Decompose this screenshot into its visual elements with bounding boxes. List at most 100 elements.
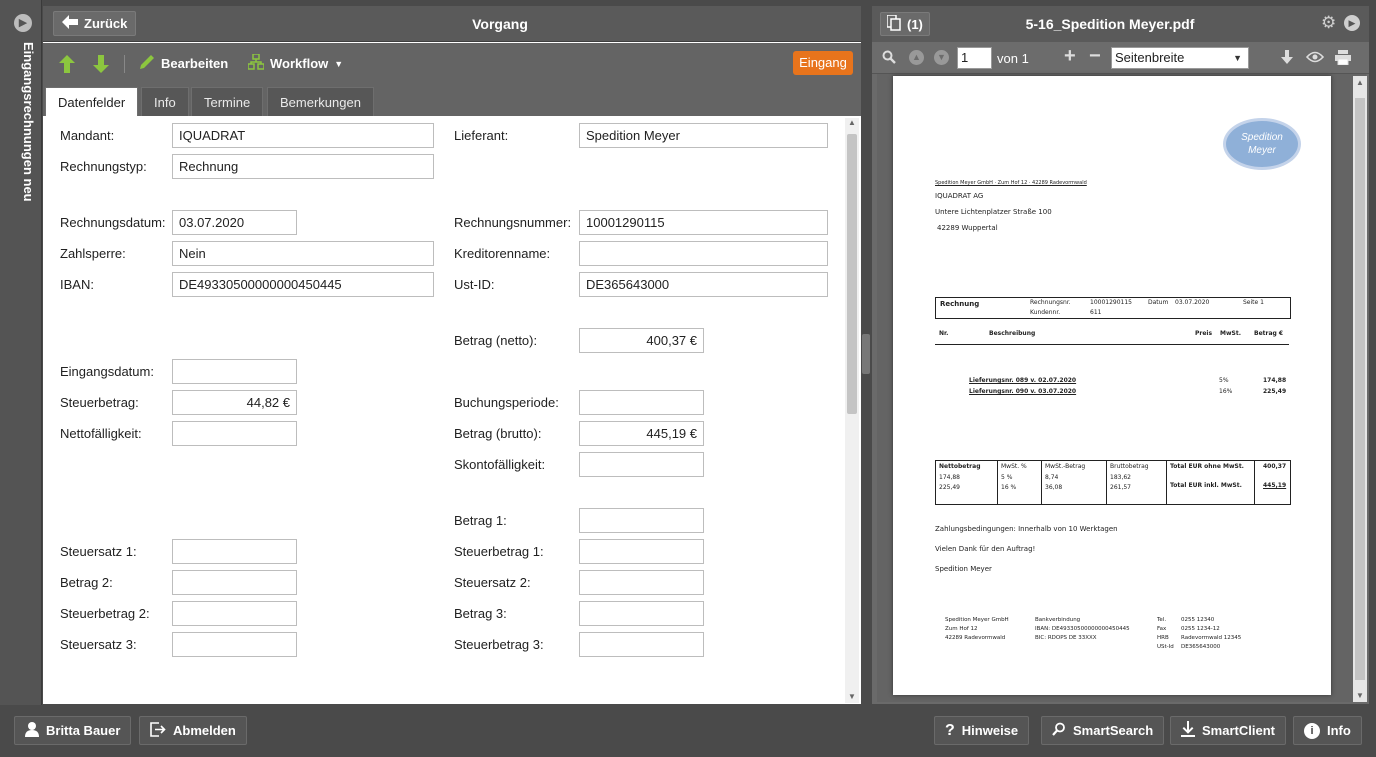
page-down-icon[interactable]: ▼ [934, 50, 949, 65]
logout-button[interactable]: Abmelden [139, 716, 247, 745]
steuerbetrag2-field[interactable] [172, 601, 297, 626]
rechnungstyp-field[interactable]: Rechnung [172, 154, 434, 179]
pdf-toolbar: ▲ ▼ 1 von 1 + − Seitenbreite ▼ [872, 42, 1369, 74]
steuerbetrag3-field[interactable] [579, 632, 704, 657]
zoom-in-icon[interactable]: + [1064, 45, 1076, 68]
steuersatz1-label: Steuersatz 1: [60, 544, 137, 559]
zoom-out-icon[interactable]: − [1089, 45, 1101, 68]
col-desc: Beschreibung [989, 330, 1036, 337]
eye-icon[interactable] [1305, 51, 1325, 66]
item1-betrag: 174,88 [1263, 377, 1287, 384]
tab-datenfelder[interactable]: Datenfelder [45, 87, 139, 116]
workflow-button[interactable]: Workflow ▼ [247, 53, 343, 73]
betrag-brutto-field[interactable]: 445,19 € [579, 421, 704, 446]
steuerbetrag1-field[interactable] [579, 539, 704, 564]
gear-icon[interactable]: ⚙ [1321, 14, 1336, 32]
footer-fax: 0255 1234-12 [1181, 626, 1220, 632]
collapse-sidebar-icon[interactable]: ▶ [14, 14, 32, 32]
zahlsperre-label: Zahlsperre: [60, 246, 126, 261]
download-icon [1181, 721, 1195, 740]
sum-r2c2: 16 % [1001, 484, 1017, 491]
print-icon[interactable] [1335, 50, 1351, 68]
scroll-up-icon[interactable]: ▲ [848, 118, 856, 127]
rechnungsnummer-field[interactable]: 10001290115 [579, 210, 828, 235]
pdf-scrollbar[interactable]: ▲ ▼ [1353, 76, 1367, 702]
footer-hrb: Radevormwald 12345 [1181, 635, 1242, 641]
rechnungsdatum-field[interactable]: 03.07.2020 [172, 210, 297, 235]
info-label: Info [1327, 723, 1351, 738]
download-icon[interactable] [1280, 50, 1294, 68]
search-icon [1052, 722, 1066, 739]
hints-button[interactable]: ? Hinweise [934, 716, 1030, 745]
lieferant-label: Lieferant: [454, 128, 509, 143]
page-up-icon[interactable]: ▲ [909, 50, 924, 65]
skontofaelligkeit-field[interactable] [579, 452, 704, 477]
betrag1-field[interactable] [579, 508, 704, 533]
form-area: Mandant: IQUADRAT Rechnungstyp: Rechnung… [43, 116, 843, 704]
datum-value: 03.07.2020 [1175, 299, 1210, 306]
zahlsperre-field[interactable]: Nein [172, 241, 434, 266]
sum-r2c3: 36,08 [1045, 484, 1063, 491]
summary-divider [1041, 460, 1042, 505]
summary-divider [1254, 460, 1255, 505]
steuersatz2-field[interactable] [579, 570, 704, 595]
betrag-netto-field[interactable]: 400,37 € [579, 328, 704, 353]
tab-bemerkungen[interactable]: Bemerkungen [267, 87, 374, 116]
buchungsperiode-field[interactable] [579, 390, 704, 415]
steuersatz1-field[interactable] [172, 539, 297, 564]
total-netto-label: Total EUR ohne MwSt. [1170, 463, 1244, 470]
pdf-scrollbar-thumb[interactable] [1355, 98, 1365, 680]
smartclient-label: SmartClient [1202, 723, 1275, 738]
info-button[interactable]: i Info [1293, 716, 1362, 745]
chevron-right-icon[interactable]: ▶ [1344, 15, 1360, 31]
tab-termine[interactable]: Termine [191, 87, 264, 116]
eingangsdatum-field[interactable] [172, 359, 297, 384]
mandant-label: Mandant: [60, 128, 115, 143]
arrow-up-icon[interactable] [59, 55, 75, 76]
edit-label: Bearbeiten [161, 56, 229, 71]
zoom-select-value: Seitenbreite [1115, 50, 1185, 65]
sidebar-label[interactable]: Eingangsrechnungen neu [10, 42, 36, 242]
payment-terms: Zahlungsbedingungen: Innerhalb von 10 We… [935, 525, 1118, 533]
scroll-up-icon[interactable]: ▲ [1356, 78, 1364, 87]
steuerbetrag-field[interactable]: 44,82 € [172, 390, 297, 415]
sum-h1: Nettobetrag [939, 463, 981, 470]
zoom-select[interactable]: Seitenbreite ▼ [1111, 47, 1249, 69]
ustid-field[interactable]: DE365643000 [579, 272, 828, 297]
scroll-down-icon[interactable]: ▼ [848, 692, 856, 701]
smartclient-button[interactable]: SmartClient [1170, 716, 1286, 745]
divider [124, 55, 125, 73]
betrag2-field[interactable] [172, 570, 297, 595]
splitter-handle[interactable] [862, 334, 870, 374]
rnr-label: Rechnungsnr. [1030, 299, 1071, 306]
edit-button[interactable]: Bearbeiten [139, 54, 228, 73]
sum-h3: MwSt.-Betrag [1045, 463, 1086, 470]
nettofaelligkeit-field[interactable] [172, 421, 297, 446]
lieferant-field[interactable]: Spedition Meyer [579, 123, 828, 148]
item1-mwst: 5% [1219, 377, 1229, 384]
tab-info[interactable]: Info [141, 87, 189, 116]
closing-line: Spedition Meyer [935, 565, 992, 573]
steuersatz3-field[interactable] [172, 632, 297, 657]
search-icon[interactable] [882, 50, 896, 67]
buchungsperiode-label: Buchungsperiode: [454, 395, 559, 410]
form-scrollbar-thumb[interactable] [847, 134, 857, 414]
panel-splitter[interactable] [861, 6, 871, 704]
total-brutto-label: Total EUR inkl. MwSt. [1170, 482, 1242, 489]
scroll-down-icon[interactable]: ▼ [1356, 691, 1364, 700]
kreditorenname-field[interactable] [579, 241, 828, 266]
form-scrollbar[interactable]: ▲ ▼ [845, 118, 859, 703]
mandant-field[interactable]: IQUADRAT [172, 123, 434, 148]
user-button[interactable]: Britta Bauer [14, 716, 132, 745]
footer-bank-label: Bankverbindung [1035, 617, 1081, 623]
toolbar: Bearbeiten Workflow ▼ [43, 43, 861, 84]
iban-field[interactable]: DE49330500000000450445 [172, 272, 434, 297]
item2-desc: Lieferungsnr. 090 v. 03.07.2020 [969, 388, 1077, 395]
back-button[interactable]: Zurück [53, 11, 137, 36]
page-number-input[interactable]: 1 [957, 47, 992, 69]
arrow-down-icon[interactable] [93, 55, 109, 76]
betrag3-field[interactable] [579, 601, 704, 626]
pdf-page: Spedition Meyer Spedition Meyer GmbH · Z… [893, 76, 1331, 695]
attachments-button[interactable]: (1) [880, 12, 930, 36]
smartsearch-button[interactable]: SmartSearch [1041, 716, 1165, 745]
